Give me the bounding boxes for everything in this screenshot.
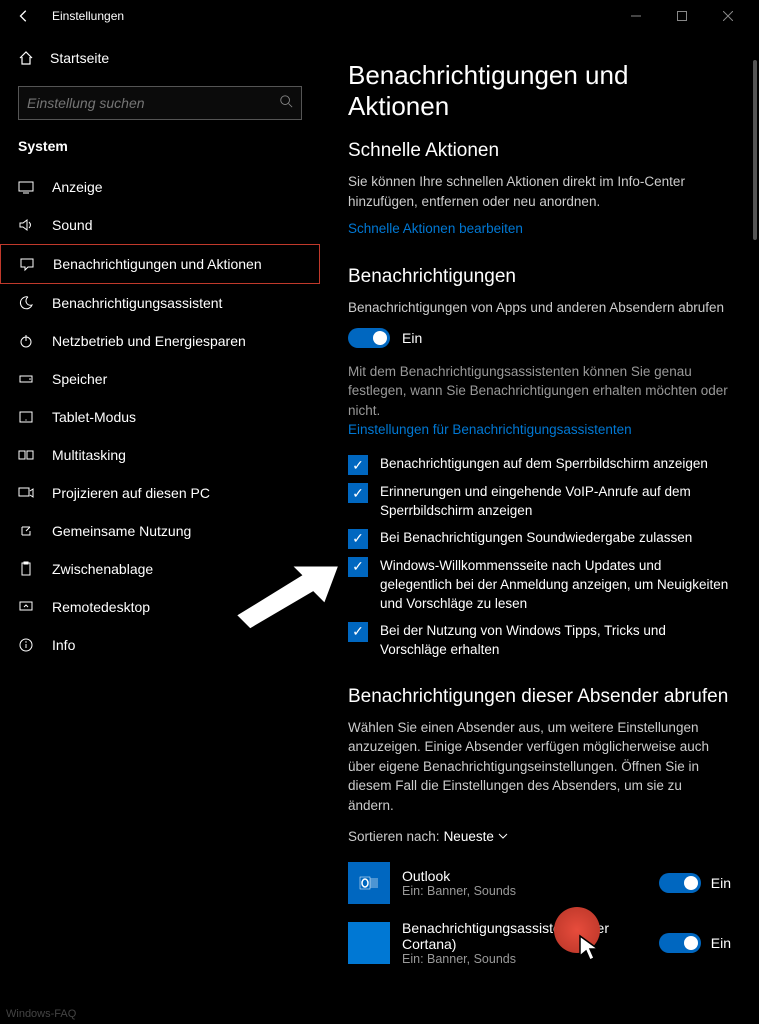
checkbox-tips[interactable]: ✓ [348, 622, 368, 642]
sidebar-item-projecting[interactable]: Projizieren auf diesen PC [0, 474, 320, 512]
sidebar-item-display[interactable]: Anzeige [0, 168, 320, 206]
sidebar-item-tablet[interactable]: Tablet-Modus [0, 398, 320, 436]
sidebar-item-label: Tablet-Modus [52, 409, 136, 425]
checkbox-reminders[interactable]: ✓ [348, 483, 368, 503]
content-area: Benachrichtigungen und Aktionen Schnelle… [320, 32, 759, 1024]
sender-toggle-state: Ein [711, 875, 731, 891]
notifications-master-label: Benachrichtigungen von Apps und anderen … [348, 298, 731, 318]
checkbox-welcome[interactable]: ✓ [348, 557, 368, 577]
edit-quick-actions-link[interactable]: Schnelle Aktionen bearbeiten [348, 221, 523, 236]
sidebar-item-label: Anzeige [52, 179, 103, 195]
focus-assist-desc: Mit dem Benachrichtigungsassistenten kön… [348, 362, 731, 421]
checkbox-label: Erinnerungen und eingehende VoIP-Anrufe … [380, 483, 731, 521]
home-link[interactable]: Startseite [0, 40, 320, 76]
sound-icon [18, 217, 34, 233]
sidebar-item-label: Sound [52, 217, 92, 233]
search-icon [279, 94, 293, 113]
chevron-down-icon [498, 829, 508, 844]
sidebar-item-label: Projizieren auf diesen PC [52, 485, 210, 501]
info-icon [18, 637, 34, 653]
search-input[interactable] [27, 95, 279, 111]
tablet-icon [18, 409, 34, 425]
sender-outlook[interactable]: Outlook Ein: Banner, Sounds Ein [348, 854, 731, 912]
page-heading: Benachrichtigungen und Aktionen [348, 60, 731, 122]
sidebar-item-focus-assist[interactable]: Benachrichtigungsassistent [0, 284, 320, 322]
notifications-title: Benachrichtigungen [348, 266, 731, 288]
sidebar-item-label: Gemeinsame Nutzung [52, 523, 191, 539]
scrollbar[interactable] [753, 60, 757, 240]
window-title: Einstellungen [40, 9, 613, 23]
sender-sub: Ein: Banner, Sounds [402, 884, 647, 898]
checkbox-sound[interactable]: ✓ [348, 529, 368, 549]
titlebar: Einstellungen [0, 0, 759, 32]
sort-value: Neueste [444, 829, 494, 844]
sidebar-item-about[interactable]: Info [0, 626, 320, 664]
sender-toggle[interactable] [659, 873, 701, 893]
sidebar-item-shared[interactable]: Gemeinsame Nutzung [0, 512, 320, 550]
search-box[interactable] [18, 86, 302, 120]
sidebar-item-label: Remotedesktop [52, 599, 150, 615]
sidebar-item-sound[interactable]: Sound [0, 206, 320, 244]
checkbox-label: Windows-Willkommensseite nach Updates un… [380, 557, 731, 614]
maximize-button[interactable] [659, 0, 705, 32]
focus-assist-link[interactable]: Einstellungen für Benachrichtigungsassis… [348, 422, 632, 437]
remote-icon [18, 599, 34, 615]
sort-dropdown[interactable]: Sortieren nach: Neueste [348, 829, 731, 844]
sidebar-item-label: Multitasking [52, 447, 126, 463]
checkbox-lockscreen[interactable]: ✓ [348, 455, 368, 475]
sender-toggle[interactable] [659, 933, 701, 953]
notifications-toggle[interactable] [348, 328, 390, 348]
sender-sub: Ein: Banner, Sounds [402, 952, 647, 966]
senders-desc: Wählen Sie einen Absender aus, um weiter… [348, 718, 731, 816]
project-icon [18, 485, 34, 501]
sidebar-item-label: Speicher [52, 371, 107, 387]
clipboard-icon [18, 561, 34, 577]
sidebar-item-label: Zwischenablage [52, 561, 153, 577]
sidebar-item-storage[interactable]: Speicher [0, 360, 320, 398]
sender-name: Benachrichtigungsassistent (über Cortana… [402, 920, 647, 952]
notifications-toggle-state: Ein [402, 330, 422, 346]
sender-toggle-state: Ein [711, 935, 731, 951]
storage-icon [18, 371, 34, 387]
sidebar-item-clipboard[interactable]: Zwischenablage [0, 550, 320, 588]
display-icon [18, 179, 34, 195]
power-icon [18, 333, 34, 349]
sidebar-category: System [0, 132, 320, 168]
moon-icon [18, 295, 34, 311]
outlook-icon [348, 862, 390, 904]
sender-name: Outlook [402, 868, 647, 884]
home-icon [18, 50, 34, 66]
minimize-button[interactable] [613, 0, 659, 32]
sidebar-item-power[interactable]: Netzbetrieb und Energiesparen [0, 322, 320, 360]
senders-title: Benachrichtigungen dieser Absender abruf… [348, 686, 731, 708]
sidebar-item-multitasking[interactable]: Multitasking [0, 436, 320, 474]
sidebar-item-label: Netzbetrieb und Energiesparen [52, 333, 246, 349]
multitask-icon [18, 447, 34, 463]
checkbox-label: Bei Benachrichtigungen Soundwiedergabe z… [380, 529, 692, 548]
close-button[interactable] [705, 0, 751, 32]
back-button[interactable] [8, 9, 40, 23]
cortana-icon [348, 922, 390, 964]
sidebar: Startseite System Anzeige Sound Benachri… [0, 32, 320, 1024]
checkbox-label: Benachrichtigungen auf dem Sperrbildschi… [380, 455, 708, 474]
sort-label: Sortieren nach: [348, 829, 440, 844]
quick-actions-desc: Sie können Ihre schnellen Aktionen direk… [348, 172, 731, 211]
sidebar-item-label: Info [52, 637, 75, 653]
sidebar-item-notifications[interactable]: Benachrichtigungen und Aktionen [0, 244, 320, 284]
sidebar-item-label: Benachrichtigungsassistent [52, 295, 222, 311]
share-icon [18, 523, 34, 539]
watermark: Windows-FAQ [6, 1008, 76, 1020]
sender-cortana[interactable]: Benachrichtigungsassistent (über Cortana… [348, 912, 731, 974]
home-label: Startseite [50, 50, 109, 66]
sidebar-item-remote[interactable]: Remotedesktop [0, 588, 320, 626]
chat-icon [19, 256, 35, 272]
quick-actions-title: Schnelle Aktionen [348, 140, 731, 162]
checkbox-label: Bei der Nutzung von Windows Tipps, Trick… [380, 622, 731, 660]
sidebar-item-label: Benachrichtigungen und Aktionen [53, 256, 262, 272]
